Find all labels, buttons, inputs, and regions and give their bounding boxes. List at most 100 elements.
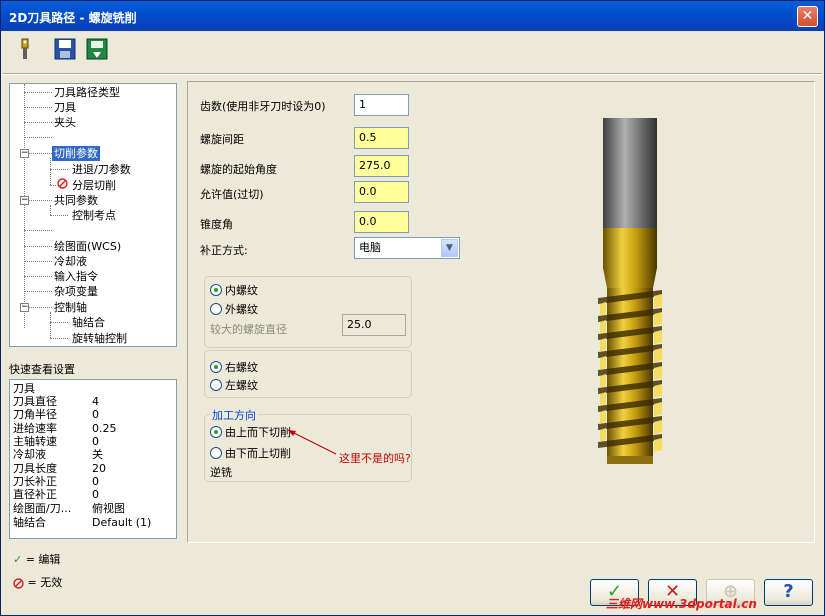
radio-unselected-icon bbox=[210, 379, 222, 391]
tree-item-toolpath-type[interactable]: 刀具路径类型 bbox=[54, 85, 120, 100]
tree-item-depth-cuts[interactable]: 分层切削 bbox=[72, 178, 116, 193]
climb-label: 逆铣 bbox=[210, 466, 232, 479]
external-thread-label: 外螺纹 bbox=[225, 303, 258, 316]
quick-value: 0 bbox=[92, 435, 99, 448]
tree-item-misc-values[interactable]: 杂项变量 bbox=[54, 284, 98, 299]
parameter-tree[interactable]: − − − 刀具路径类型 刀具 夹头 切削参数 进退/刀参数 分层切削 共同参数… bbox=[9, 83, 177, 347]
title-bar: 2D刀具路径 - 螺旋铣削 ✕ bbox=[1, 1, 824, 31]
direction-group-title: 加工方向 bbox=[210, 407, 258, 423]
quick-key: 冷却液 bbox=[13, 448, 46, 461]
chevron-down-icon[interactable]: ▼ bbox=[441, 239, 458, 257]
bottom-up-label: 由下而上切削 bbox=[225, 447, 291, 460]
bottom-up-radio[interactable]: 由下而上切削 bbox=[210, 445, 291, 461]
annotation-arrow bbox=[287, 429, 337, 455]
quick-view-title: 快速查看设置 bbox=[9, 363, 75, 376]
quick-key: 刀具直径 bbox=[13, 395, 57, 408]
quick-value: 关 bbox=[92, 448, 103, 461]
pitch-label: 螺旋间距 bbox=[200, 133, 244, 146]
tree-item-rotary-axis[interactable]: 旋转轴控制 bbox=[72, 331, 127, 346]
tree-item-cut-params[interactable]: 切削参数 bbox=[52, 146, 100, 161]
legend-invalid: = 无效 bbox=[13, 574, 62, 590]
legend-edit-label: = 编辑 bbox=[25, 553, 61, 566]
start-angle-input[interactable]: 275.0 bbox=[354, 155, 409, 177]
quick-value: 0 bbox=[92, 408, 99, 421]
major-diameter-input: 25.0 bbox=[342, 314, 406, 336]
radio-selected-icon bbox=[210, 284, 222, 296]
quick-key: 绘图面/刀... bbox=[13, 502, 72, 515]
close-button[interactable]: ✕ bbox=[797, 6, 818, 27]
right-hand-radio[interactable]: 右螺纹 bbox=[210, 359, 258, 375]
radio-unselected-icon bbox=[210, 447, 222, 459]
legend-invalid-label: = 无效 bbox=[27, 576, 63, 589]
collapse-toggle-axis[interactable]: − bbox=[20, 303, 29, 312]
radio-unselected-icon bbox=[210, 303, 222, 315]
tree-item-control-points[interactable]: 控制考点 bbox=[72, 208, 116, 223]
help-icon: ? bbox=[783, 581, 794, 602]
quick-key: 轴结合 bbox=[13, 516, 46, 529]
tree-item-canned-text[interactable]: 输入指令 bbox=[54, 269, 98, 284]
quick-value: Default (1) bbox=[92, 516, 152, 529]
compensation-select[interactable]: 电脑 ▼ bbox=[354, 237, 460, 259]
internal-thread-label: 内螺纹 bbox=[225, 284, 258, 297]
top-down-label: 由上而下切削 bbox=[225, 426, 291, 439]
collapse-toggle-common[interactable]: − bbox=[20, 196, 29, 205]
tree-item-coolant[interactable]: 冷却液 bbox=[54, 254, 87, 269]
left-hand-label: 左螺纹 bbox=[225, 379, 258, 392]
quick-value: 0 bbox=[92, 475, 99, 488]
taper-label: 锥度角 bbox=[200, 218, 233, 231]
allowance-label: 允许值(过切) bbox=[200, 188, 264, 201]
disabled-icon bbox=[13, 577, 24, 589]
tree-item-holder[interactable]: 夹头 bbox=[54, 115, 76, 130]
tree-item-plane-wcs[interactable]: 绘图面(WCS) bbox=[54, 239, 121, 254]
external-thread-radio[interactable]: 外螺纹 bbox=[210, 301, 258, 317]
teeth-input[interactable]: 1 bbox=[354, 94, 409, 116]
tree-item-axis-control[interactable]: 控制轴 bbox=[54, 300, 87, 315]
quick-key: 进给速率 bbox=[13, 422, 57, 435]
quick-key: 刀具 bbox=[13, 382, 35, 395]
compensation-label: 补正方式: bbox=[200, 244, 248, 257]
toolbar-separator bbox=[3, 73, 822, 75]
taper-input[interactable]: 0.0 bbox=[354, 211, 409, 233]
internal-thread-radio[interactable]: 内螺纹 bbox=[210, 282, 258, 298]
tree-item-common-params[interactable]: 共同参数 bbox=[54, 193, 98, 208]
compensation-value: 电脑 bbox=[359, 241, 381, 254]
teeth-label: 齿数(使用非牙刀时设为0) bbox=[200, 100, 326, 113]
cut-params-panel: 齿数(使用非牙刀时设为0) 1 螺旋间距 0.5 螺旋的起始角度 275.0 允… bbox=[187, 81, 815, 543]
major-diameter-label: 较大的螺旋直径 bbox=[210, 323, 287, 336]
left-hand-radio[interactable]: 左螺纹 bbox=[210, 377, 258, 393]
pitch-input[interactable]: 0.5 bbox=[354, 127, 409, 149]
dialog-window: 2D刀具路径 - 螺旋铣削 ✕ − − − 刀具路径类型 刀具 夹头 切削参数 … bbox=[0, 0, 825, 616]
quick-view-panel: 刀具 刀具直径 4 刀角半径 0 进给速率 0.25 主轴转速 0 冷却液 关 … bbox=[9, 379, 177, 539]
tool-icon[interactable] bbox=[13, 37, 37, 61]
window-title: 2D刀具路径 - 螺旋铣削 bbox=[9, 11, 137, 25]
allowance-input[interactable]: 0.0 bbox=[354, 181, 409, 203]
quick-key: 直径补正 bbox=[13, 488, 57, 501]
radio-selected-icon bbox=[210, 361, 222, 373]
quick-key: 主轴转速 bbox=[13, 435, 57, 448]
quick-key: 刀角半径 bbox=[13, 408, 57, 421]
quick-value: 俯视图 bbox=[92, 502, 125, 515]
checkmark-icon: ✓ bbox=[13, 553, 23, 566]
radio-selected-icon bbox=[210, 426, 222, 438]
start-angle-label: 螺旋的起始角度 bbox=[200, 163, 277, 176]
toolbar bbox=[1, 31, 824, 67]
top-down-radio[interactable]: 由上而下切削 bbox=[210, 424, 291, 440]
tree-item-lead-in-out[interactable]: 进退/刀参数 bbox=[72, 162, 131, 177]
quick-value: 0 bbox=[92, 488, 99, 501]
help-button[interactable]: ? bbox=[764, 579, 813, 606]
quick-value: 4 bbox=[92, 395, 99, 408]
thread-mill-illustration bbox=[598, 118, 662, 464]
annotation-text: 这里不是的吗? bbox=[339, 452, 411, 465]
export-icon[interactable] bbox=[85, 37, 109, 61]
quick-key: 刀长补正 bbox=[13, 475, 57, 488]
collapse-toggle-cut[interactable]: − bbox=[20, 149, 29, 158]
quick-key: 刀具长度 bbox=[13, 462, 57, 475]
watermark-text: 三维网www.3dportal.cn bbox=[606, 597, 757, 611]
tree-item-axis-combination[interactable]: 轴结合 bbox=[72, 315, 105, 330]
disabled-icon bbox=[57, 178, 68, 189]
legend-edit: ✓ = 编辑 bbox=[13, 551, 60, 567]
quick-value: 0.25 bbox=[92, 422, 117, 435]
save-icon[interactable] bbox=[53, 37, 77, 61]
quick-value: 20 bbox=[92, 462, 106, 475]
tree-item-tool[interactable]: 刀具 bbox=[54, 100, 76, 115]
